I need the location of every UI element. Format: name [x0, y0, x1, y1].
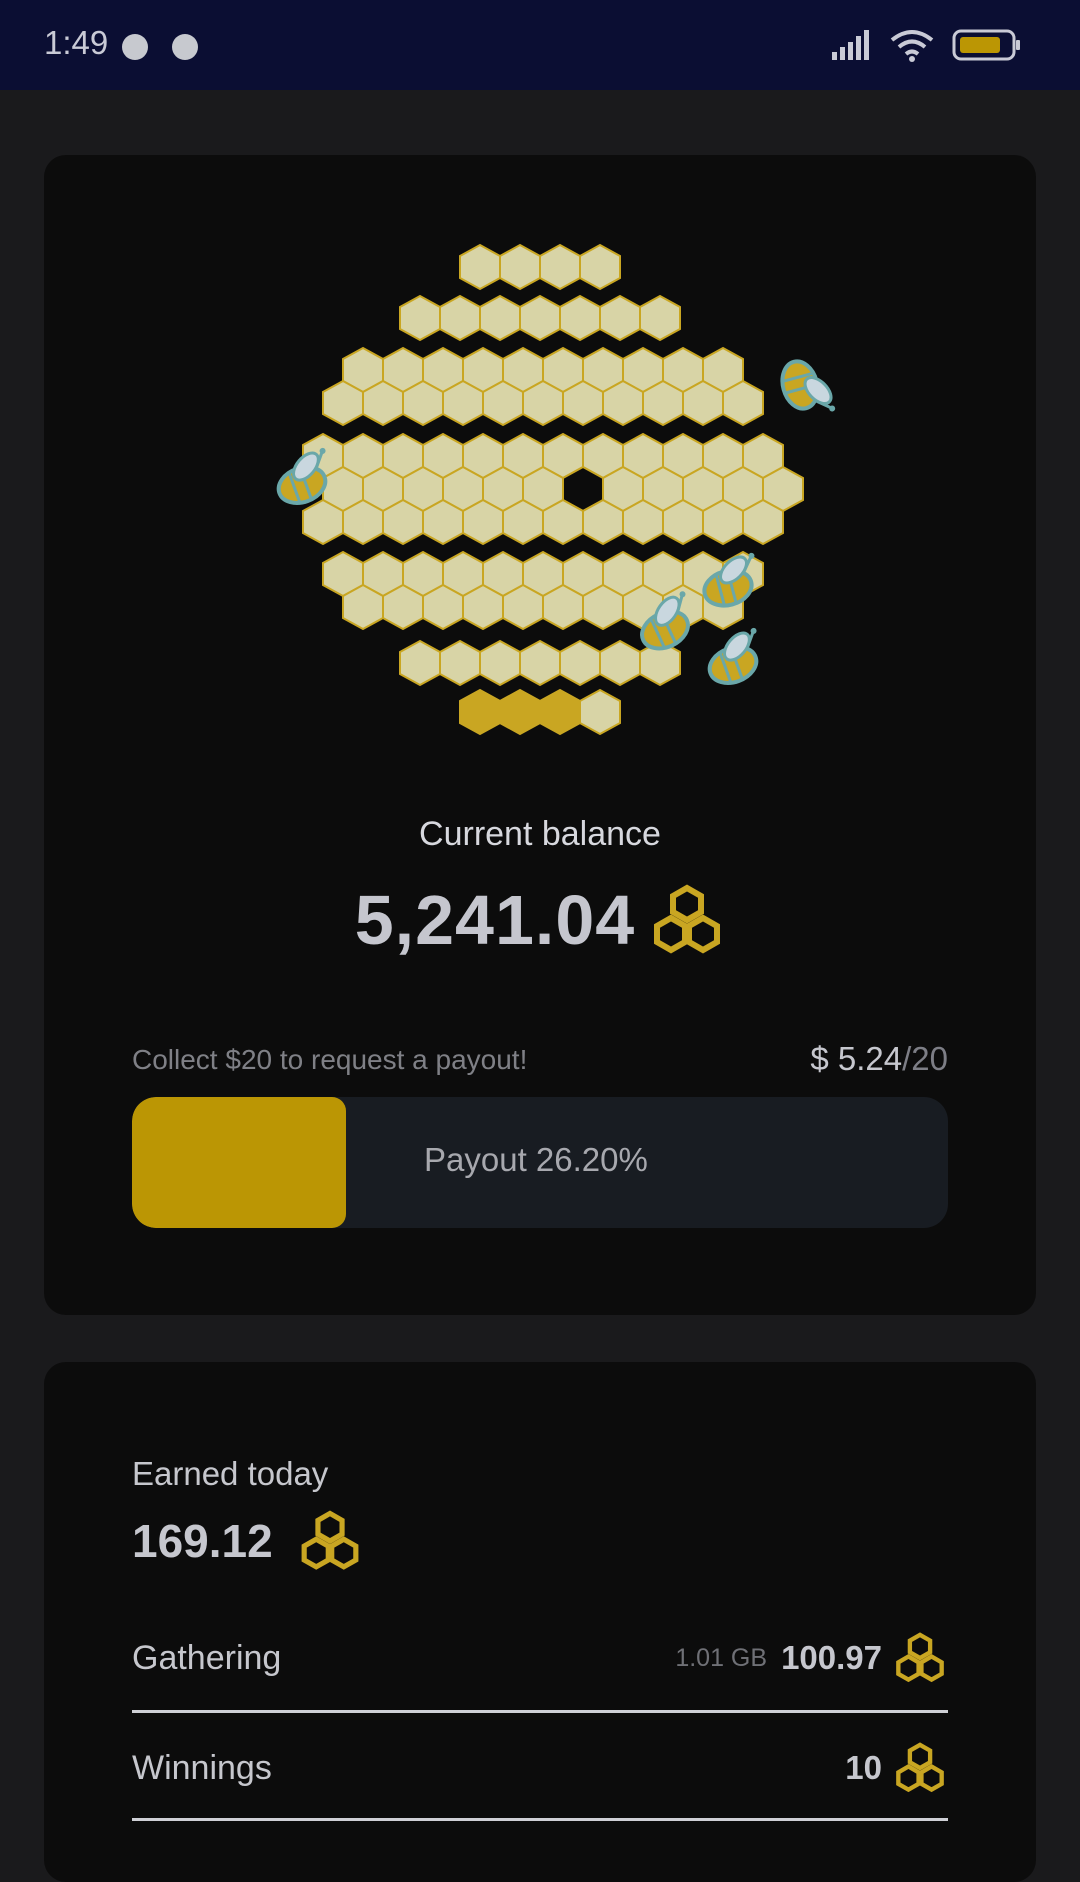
- honey-cell: [382, 498, 424, 546]
- balance-label: Current balance: [419, 815, 661, 853]
- honey-cell: [562, 379, 604, 427]
- honeycomb-icon: [896, 1632, 944, 1683]
- honey-cell: [582, 583, 624, 631]
- honey-cell: [502, 583, 544, 631]
- row-value: 10: [845, 1749, 882, 1786]
- honey-cell: [639, 294, 681, 342]
- honey-cell: [422, 583, 464, 631]
- honey-cell: [459, 243, 501, 291]
- honey-cell: [582, 498, 624, 546]
- honeycomb-icon: [301, 1510, 359, 1570]
- honey-cell: [662, 498, 704, 546]
- honey-cell: [362, 379, 404, 427]
- balance-value: 5,241.04: [354, 881, 636, 959]
- honey-cell: [479, 639, 521, 687]
- honey-cell: [499, 688, 541, 736]
- honey-cell: [722, 379, 764, 427]
- payout-goal: /20: [902, 1040, 948, 1077]
- row-sub-value: 1.01 GB: [675, 1643, 768, 1672]
- honey-cell: [539, 688, 581, 736]
- payout-progress-label: Payout 26.20%: [424, 1141, 648, 1178]
- row-label: Winnings: [132, 1748, 272, 1787]
- honey-cell: [539, 243, 581, 291]
- app-notification-icon: [122, 34, 148, 60]
- honey-cell: [522, 379, 564, 427]
- honeycomb-icon: [654, 884, 721, 954]
- honey-cell: [302, 498, 344, 546]
- honey-cell: [682, 379, 724, 427]
- honey-cell: [342, 498, 384, 546]
- payout-current: $ 5.24: [810, 1040, 903, 1077]
- honey-cell: [702, 498, 744, 546]
- app-notification-icon-2: [172, 34, 198, 60]
- honey-cell: [519, 639, 561, 687]
- honey-cell: [579, 688, 621, 736]
- status-bar: 1:49: [0, 0, 1080, 90]
- wifi-icon: [890, 30, 934, 62]
- honey-cell: [399, 639, 441, 687]
- honey-cell: [439, 639, 481, 687]
- honey-cell: [559, 639, 601, 687]
- honey-cell: [399, 294, 441, 342]
- honey-cell: [579, 243, 621, 291]
- honeycomb-icon: [896, 1742, 944, 1793]
- honey-cell: [462, 583, 504, 631]
- bee-icon: [780, 359, 836, 412]
- earned-today-value: 169.12: [132, 1515, 273, 1567]
- divider: [132, 1710, 948, 1713]
- earned-today-label: Earned today: [132, 1455, 329, 1492]
- honey-cell: [542, 583, 584, 631]
- hive-illustration: [276, 243, 836, 736]
- honey-cell: [462, 498, 504, 546]
- earned-today-row: 169.12: [132, 1510, 363, 1572]
- honey-cell: [742, 498, 784, 546]
- status-time: 1:49: [44, 24, 109, 61]
- honey-cell: [322, 379, 364, 427]
- honey-cell: [442, 379, 484, 427]
- earnings-row-winnings[interactable]: Winnings 10: [132, 1730, 948, 1806]
- honey-cell: [422, 498, 464, 546]
- honey-cell: [542, 498, 584, 546]
- honey-cell: [499, 243, 541, 291]
- earnings-row-gathering[interactable]: Gathering 1.01 GB 100.97: [132, 1620, 948, 1696]
- honey-cell: [479, 294, 521, 342]
- honey-cell: [382, 583, 424, 631]
- honey-cell: [482, 379, 524, 427]
- honey-cell: [402, 379, 444, 427]
- battery-icon: [952, 29, 1020, 61]
- row-label: Gathering: [132, 1638, 282, 1677]
- payout-progress-fill: [132, 1097, 346, 1228]
- honey-cell: [602, 379, 644, 427]
- honey-cell: [439, 294, 481, 342]
- honey-cell: [459, 688, 501, 736]
- payout-progress-bar[interactable]: Payout 26.20%: [132, 1097, 948, 1228]
- bee-icon: [707, 627, 759, 685]
- honey-cell: [559, 294, 601, 342]
- payout-amount: $ 5.24/20: [810, 1040, 948, 1078]
- honey-cell: [342, 583, 384, 631]
- row-value: 100.97: [781, 1639, 882, 1676]
- honey-cell: [642, 379, 684, 427]
- honey-cell: [622, 498, 664, 546]
- honey-cell: [599, 639, 641, 687]
- payout-hint: Collect $20 to request a payout!: [132, 1044, 528, 1075]
- signal-icon: [832, 30, 869, 60]
- honey-cell: [599, 294, 641, 342]
- honey-cell: [502, 498, 544, 546]
- balance-row: 5,241.04: [0, 880, 1080, 960]
- divider: [132, 1818, 948, 1821]
- honey-cell: [519, 294, 561, 342]
